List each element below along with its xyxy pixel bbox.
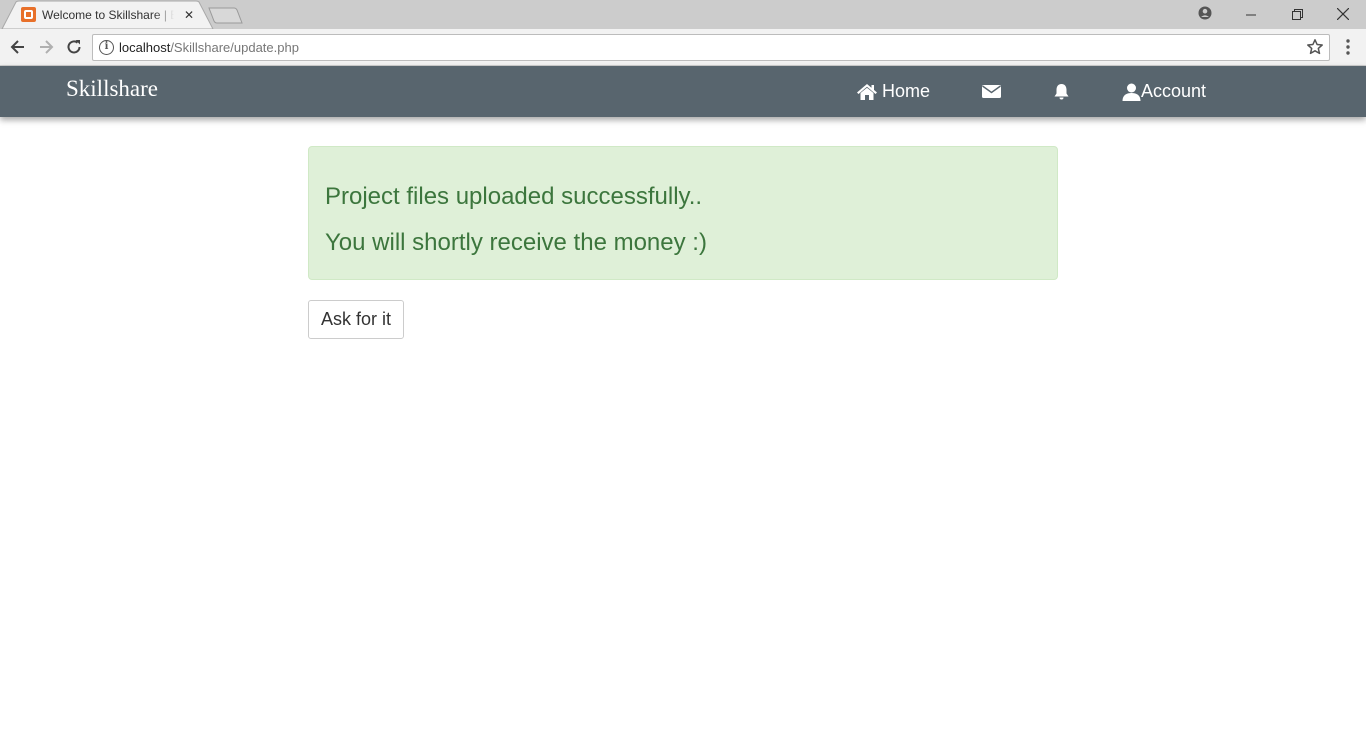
site-navbar: Skillshare Home Account — [0, 66, 1366, 117]
browser-tabstrip: Welcome to Skillshare | B ✕ — [0, 0, 1366, 29]
url-text: localhost/Skillshare/update.php — [119, 40, 299, 55]
restore-button[interactable] — [1274, 0, 1320, 29]
nav-home-label: Home — [882, 81, 931, 101]
restore-icon — [1291, 9, 1303, 20]
user-icon — [1122, 83, 1141, 101]
back-icon[interactable] — [8, 37, 28, 57]
nav-account[interactable]: Account — [1122, 66, 1206, 117]
minimize-icon — [1246, 14, 1256, 16]
ask-for-it-button[interactable]: Ask for it — [308, 300, 404, 339]
nav-messages[interactable] — [982, 66, 1001, 117]
nav-account-label: Account — [1141, 81, 1207, 101]
envelope-icon — [982, 85, 1001, 98]
new-tab-button[interactable] — [208, 7, 244, 24]
reload-icon[interactable] — [64, 37, 84, 57]
address-bar[interactable]: i localhost/Skillshare/update.php — [92, 34, 1330, 61]
browser-toolbar: i localhost/Skillshare/update.php — [0, 29, 1366, 66]
info-icon[interactable]: i — [99, 40, 114, 55]
tab-close-icon[interactable]: ✕ — [182, 7, 196, 23]
brand-logo[interactable]: Skillshare — [66, 76, 158, 102]
close-icon — [1336, 7, 1350, 21]
success-alert: Project files uploaded successfully.. Yo… — [308, 146, 1058, 280]
url-host: localhost — [119, 40, 171, 55]
nav-home[interactable]: Home — [856, 66, 930, 117]
star-icon[interactable] — [1306, 38, 1324, 56]
alert-message-line-1: Project files uploaded successfully.. — [325, 183, 703, 210]
forward-icon[interactable] — [36, 37, 56, 57]
nav-notifications[interactable] — [1053, 66, 1070, 117]
tab-title: Welcome to Skillshare | B — [42, 8, 174, 22]
xampp-favicon-icon — [21, 7, 36, 22]
close-window-button[interactable] — [1320, 0, 1366, 29]
menu-icon[interactable] — [1340, 37, 1356, 57]
url-path: /Skillshare/update.php — [170, 40, 299, 55]
home-icon — [857, 83, 877, 100]
minimize-button[interactable] — [1228, 0, 1274, 29]
profile-icon[interactable] — [1198, 6, 1212, 20]
alert-message-line-2: You will shortly receive the money :) — [325, 229, 707, 256]
browser-tab[interactable]: Welcome to Skillshare | B ✕ — [14, 2, 200, 29]
bell-icon — [1054, 83, 1069, 99]
